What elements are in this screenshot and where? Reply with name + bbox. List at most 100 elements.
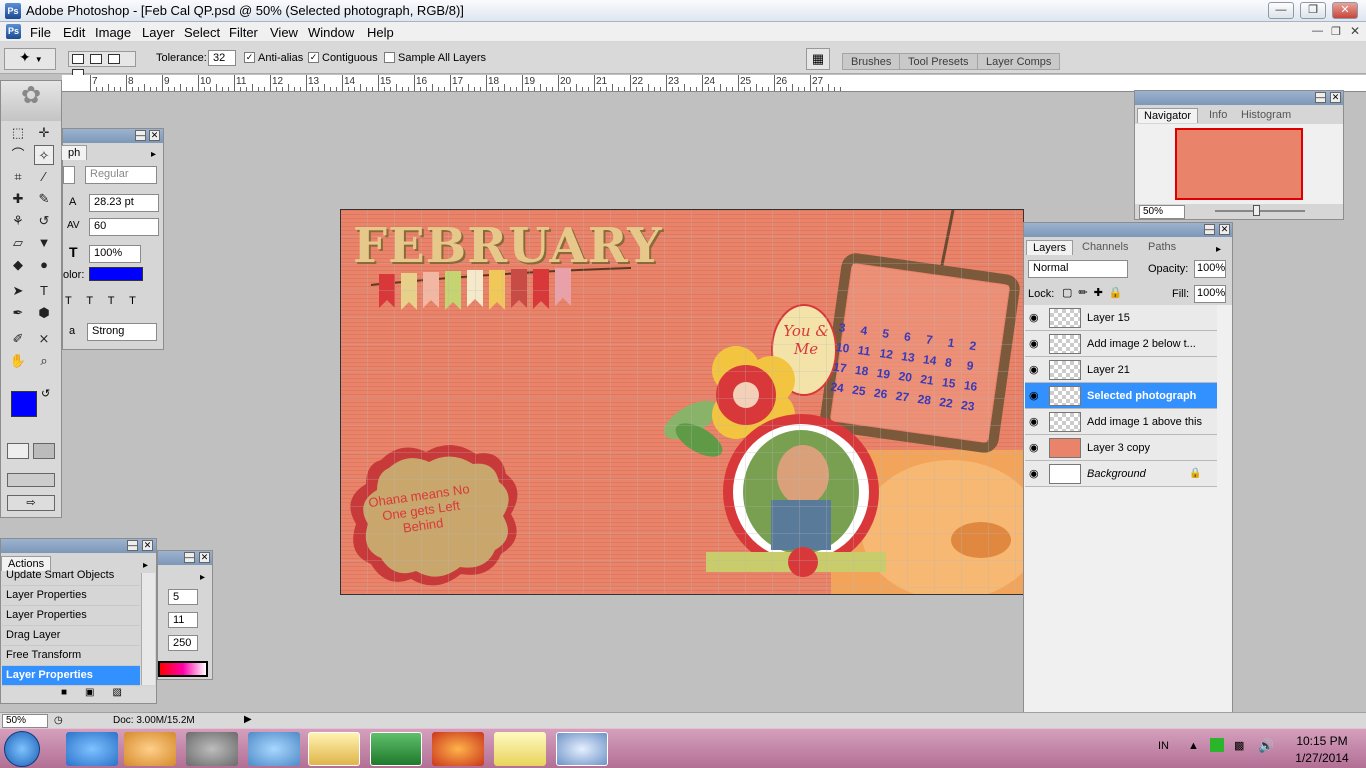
marquee-tool-icon[interactable]: ⬚ bbox=[8, 123, 28, 143]
slice-tool-icon[interactable]: ∕ bbox=[34, 167, 54, 187]
actions-scrollbar[interactable] bbox=[141, 573, 155, 685]
tab-histogram[interactable]: Histogram bbox=[1235, 108, 1297, 122]
layer-row[interactable]: ◉ Add image 1 above this la... bbox=[1025, 409, 1217, 435]
menu-select[interactable]: Select bbox=[184, 25, 220, 40]
layers-minimize-icon[interactable]: — bbox=[1204, 224, 1215, 235]
navigator-close-icon[interactable]: ✕ bbox=[1330, 92, 1341, 103]
layer-thumbnail[interactable] bbox=[1049, 334, 1081, 354]
taskbar-control-panel-icon[interactable] bbox=[248, 732, 300, 766]
tray-app-icon[interactable] bbox=[1210, 738, 1224, 752]
eyedropper-icon[interactable]: ⨯ bbox=[34, 329, 54, 349]
magic-wand-tool-preset-icon[interactable]: ✦ ▼ bbox=[4, 48, 56, 70]
actions-panel-menu-icon[interactable]: ▸ bbox=[143, 560, 148, 571]
move-tool-icon[interactable]: ✛ bbox=[34, 123, 54, 143]
layer-thumbnail[interactable] bbox=[1049, 464, 1081, 484]
palette-well-icon[interactable]: ▦ bbox=[806, 48, 830, 70]
taskbar-excel-icon[interactable] bbox=[370, 732, 422, 766]
color-close-icon[interactable]: ✕ bbox=[199, 552, 210, 563]
visibility-eye-icon[interactable]: ◉ bbox=[1029, 442, 1043, 454]
horizontal-scale-input[interactable]: 100% bbox=[89, 245, 141, 263]
visibility-eye-icon[interactable]: ◉ bbox=[1029, 416, 1043, 428]
document-icon[interactable]: Ps bbox=[6, 24, 21, 39]
tracking-input[interactable]: 60 bbox=[89, 218, 159, 236]
network-icon[interactable]: ▩ bbox=[1234, 739, 1244, 752]
crop-tool-icon[interactable]: ⌗ bbox=[8, 167, 28, 187]
close-icon[interactable]: ✕ bbox=[1332, 2, 1358, 19]
document-canvas[interactable]: FEBRUARY You & Me Ohana means No One get… bbox=[340, 209, 1024, 595]
tolerance-input[interactable]: 32 bbox=[208, 50, 236, 66]
font-family-dropdown[interactable] bbox=[63, 166, 75, 184]
text-color-swatch[interactable] bbox=[89, 267, 143, 281]
visibility-eye-icon[interactable]: ◉ bbox=[1029, 312, 1043, 324]
layer-row[interactable]: ◉ Background 🔒 bbox=[1025, 461, 1217, 487]
font-style-dropdown[interactable]: Regular bbox=[85, 166, 157, 184]
layer-thumbnail[interactable] bbox=[1049, 438, 1081, 458]
menu-window[interactable]: Window bbox=[308, 25, 354, 40]
layer-name[interactable]: Background bbox=[1087, 468, 1205, 480]
brush-tool-icon[interactable]: ✎ bbox=[34, 189, 54, 209]
navigator-zoom-handle[interactable] bbox=[1253, 205, 1260, 216]
doc-close-icon[interactable]: ✕ bbox=[1350, 24, 1360, 38]
text-style-buttons[interactable]: T T T T bbox=[65, 295, 142, 307]
paint-bucket-icon[interactable]: ▼ bbox=[34, 233, 54, 253]
quick-mask-icon[interactable] bbox=[33, 443, 55, 459]
layer-row[interactable]: ◉ Selected photograph bbox=[1025, 383, 1217, 409]
hand-tool-icon[interactable]: ✋ bbox=[8, 351, 28, 371]
color-ramp[interactable] bbox=[158, 661, 208, 677]
clock-date[interactable]: 1/27/2014 bbox=[1290, 751, 1354, 765]
dodge-tool-icon[interactable]: ● bbox=[34, 255, 54, 275]
layer-name[interactable]: Add image 2 below t... bbox=[1087, 338, 1205, 350]
layer-name[interactable]: Layer 3 copy bbox=[1087, 442, 1205, 454]
action-item[interactable]: Free Transform bbox=[2, 646, 140, 666]
clock-time[interactable]: 10:15 PM bbox=[1294, 734, 1350, 748]
layers-panel-menu-icon[interactable]: ▸ bbox=[1216, 244, 1221, 255]
type-tool-icon[interactable]: T bbox=[34, 281, 54, 301]
layer-thumbnail[interactable] bbox=[1049, 308, 1081, 328]
jump-to-imageready-icon[interactable]: ⇨ bbox=[7, 495, 55, 511]
sample-all-layers-checkbox[interactable] bbox=[384, 52, 395, 63]
history-brush-icon[interactable]: ↺ bbox=[34, 211, 54, 231]
tab-layers[interactable]: Layers bbox=[1026, 240, 1074, 255]
menu-edit[interactable]: Edit bbox=[63, 25, 85, 40]
actions-toolbar[interactable]: ■▣▧ bbox=[1, 687, 156, 703]
visibility-eye-icon[interactable]: ◉ bbox=[1029, 390, 1043, 402]
zoom-tool-icon[interactable]: ⌕ bbox=[34, 351, 54, 371]
tab-brushes[interactable]: Brushes bbox=[842, 53, 901, 70]
layer-thumbnail[interactable] bbox=[1049, 360, 1081, 380]
antialias-checkbox[interactable]: ✓ bbox=[244, 52, 255, 63]
layer-name[interactable]: Layer 21 bbox=[1087, 364, 1205, 376]
visibility-eye-icon[interactable]: ◉ bbox=[1029, 364, 1043, 376]
status-zoom-input[interactable]: 50% bbox=[2, 714, 48, 728]
navigator-thumbnail[interactable] bbox=[1175, 128, 1303, 200]
photoshop-app-icon[interactable]: Ps bbox=[5, 3, 21, 19]
panel-minimize-icon[interactable]: — bbox=[135, 130, 146, 141]
taskbar-photoshop-icon[interactable] bbox=[556, 732, 608, 766]
opacity-input[interactable]: 100% bbox=[1194, 260, 1226, 278]
start-button[interactable] bbox=[4, 731, 40, 767]
taskbar-settings-icon[interactable] bbox=[186, 732, 238, 766]
menu-help[interactable]: Help bbox=[367, 25, 394, 40]
layer-row[interactable]: ◉ Add image 2 below t... bbox=[1025, 331, 1217, 357]
blend-mode-dropdown[interactable]: Normal bbox=[1028, 260, 1128, 278]
tab-character-paragraph[interactable]: ph bbox=[61, 145, 88, 160]
menu-layer[interactable]: Layer bbox=[142, 25, 175, 40]
action-item[interactable]: Drag Layer bbox=[2, 626, 140, 646]
navigator-minimize-icon[interactable]: — bbox=[1315, 92, 1326, 103]
status-info-icon[interactable]: ◷ bbox=[54, 715, 63, 726]
clone-stamp-icon[interactable]: ⚘ bbox=[8, 211, 28, 231]
action-item[interactable]: Layer Properties bbox=[2, 586, 140, 606]
menu-view[interactable]: View bbox=[270, 25, 298, 40]
notes-tool-icon[interactable]: ✐ bbox=[8, 329, 28, 349]
screen-mode-icons[interactable] bbox=[7, 473, 55, 487]
taskbar-explorer-icon[interactable] bbox=[308, 732, 360, 766]
lock-icons[interactable]: ▢✏✚🔒 bbox=[1062, 286, 1129, 299]
layer-row[interactable]: ◉ Layer 3 copy bbox=[1025, 435, 1217, 461]
foreground-color-swatch[interactable] bbox=[11, 391, 37, 417]
color-r-input[interactable]: 5 bbox=[168, 589, 198, 605]
color-minimize-icon[interactable]: — bbox=[184, 552, 195, 563]
color-b-input[interactable]: 250 bbox=[168, 635, 198, 651]
shape-tool-icon[interactable]: ⬢ bbox=[34, 303, 54, 323]
eraser-tool-icon[interactable]: ▱ bbox=[8, 233, 28, 253]
leading-input[interactable]: 28.23 pt bbox=[89, 194, 159, 212]
panel-menu-icon[interactable]: ▸ bbox=[151, 149, 156, 160]
